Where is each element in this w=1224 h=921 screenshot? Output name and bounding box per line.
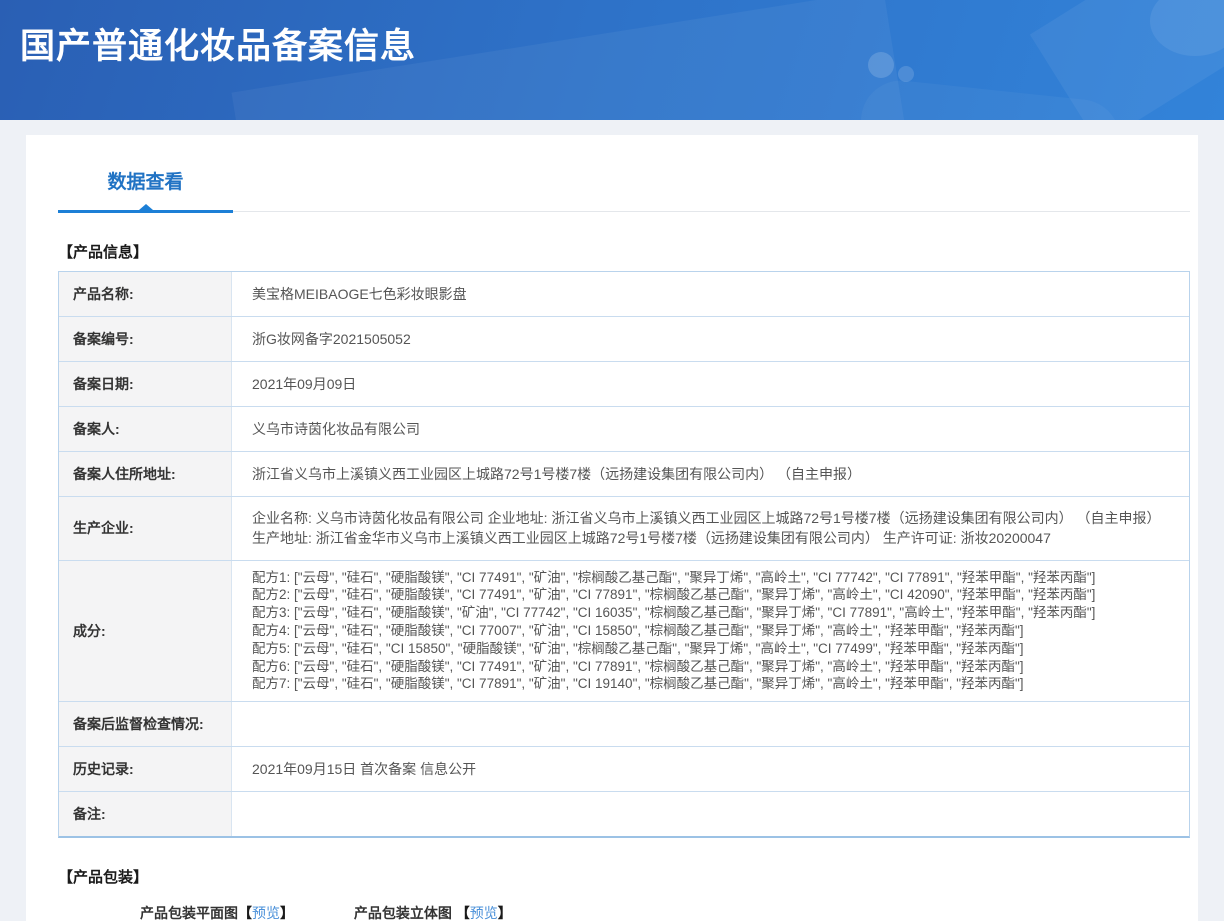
row-label: 备案人: xyxy=(59,407,232,451)
tab-active-indicator xyxy=(58,204,233,213)
packaging-stereo-item: 产品包装立体图 【预览】 xyxy=(354,903,512,921)
formula-line: 配方3: ["云母", "硅石", "硬脂酸镁", "矿油", "CI 7774… xyxy=(252,605,1096,621)
tab-bar: 数据查看 xyxy=(58,165,1190,213)
page-header: 国产普通化妆品备案信息 xyxy=(0,0,1224,120)
bracket-open: 【 xyxy=(238,905,252,921)
bracket-open: 【 xyxy=(455,905,470,921)
table-row: 产品名称: 美宝格MEIBAOGE七色彩妆眼影盘 xyxy=(59,272,1189,317)
formula-line: 配方2: ["云母", "硅石", "硬脂酸镁", "CI 77491", "矿… xyxy=(252,587,1096,603)
tab-data-view-label: 数据查看 xyxy=(107,172,184,193)
row-label: 备注: xyxy=(59,792,232,837)
section-title-product-info: 【产品信息】 xyxy=(58,244,149,261)
row-value: 2021年09月15日 首次备案 信息公开 xyxy=(252,761,477,778)
row-label: 产品名称: xyxy=(59,272,232,316)
table-row: 历史记录: 2021年09月15日 首次备案 信息公开 xyxy=(59,747,1189,793)
banner-decor-shape xyxy=(856,76,1124,120)
packaging-stereo-label: 产品包装立体图 xyxy=(353,905,452,921)
table-row: 备案编号: 浙G妆网备字2021505052 xyxy=(59,317,1189,362)
section-title-packaging: 【产品包装】 xyxy=(58,869,149,887)
bracket-close: 】 xyxy=(280,905,294,921)
packaging-flat-item: 产品包装平面图【预览】 xyxy=(140,903,294,921)
row-value: 2021年09月09日 xyxy=(252,375,357,392)
row-value: 配方1: ["云母", "硅石", "硬脂酸镁", "CI 77491", "矿… xyxy=(232,561,1189,702)
banner-decor-shape xyxy=(1029,0,1224,120)
formula-line: 配方7: ["云母", "硅石", "硬脂酸镁", "CI 77891", "矿… xyxy=(252,676,1024,692)
table-row: 备案人住所地址: 浙江省义乌市上溪镇义西工业园区上城路72号1号楼7楼（远扬建设集… xyxy=(59,452,1189,497)
table-row: 备注: xyxy=(59,792,1189,837)
row-value: 企业名称: 义乌市诗茵化妆品有限公司 企业地址: 浙江省义乌市上溪镇义西工业园区… xyxy=(252,510,1161,547)
tab-indicator-arrow-icon xyxy=(138,204,153,210)
content-card: 数据查看 【产品信息】 产品名称: 美宝格MEIBAOGE七色彩妆眼影盘备案编号:… xyxy=(26,135,1198,921)
formula-line: 配方5: ["云母", "硅石", "CI 15850", "硬脂酸镁", "矿… xyxy=(252,640,1024,656)
product-info-table: 产品名称: 美宝格MEIBAOGE七色彩妆眼影盘备案编号: 浙G妆网备字202150… xyxy=(58,271,1190,839)
table-row: 备案人: 义乌市诗茵化妆品有限公司 xyxy=(59,407,1189,452)
table-row: 成分: 配方1: ["云母", "硅石", "硬脂酸镁", "CI 77491",… xyxy=(59,560,1189,703)
row-value: 浙江省义乌市上溪镇义西工业园区上城路72号1号楼7楼（远扬建设集团有限公司内） … xyxy=(252,465,862,482)
page-title: 国产普通化妆品备案信息 xyxy=(20,27,417,66)
table-row: 生产企业: 企业名称: 义乌市诗茵化妆品有限公司 企业地址: 浙江省义乌市上溪镇义… xyxy=(59,497,1189,561)
packaging-flat-label: 产品包装平面图 xyxy=(140,905,238,921)
formula-line: 配方6: ["云母", "硅石", "硬脂酸镁", "CI 77491", "矿… xyxy=(252,658,1024,674)
row-value: 义乌市诗茵化妆品有限公司 xyxy=(252,420,420,437)
row-label: 备案人住所地址: xyxy=(59,452,232,496)
row-label: 成分: xyxy=(59,560,232,702)
banner-decor-circle xyxy=(868,52,894,78)
row-label: 生产企业: xyxy=(59,497,232,560)
row-value xyxy=(232,702,1189,746)
bracket-close: 】 xyxy=(497,905,512,921)
packaging-row: 产品包装平面图【预览】 产品包装立体图 【预览】 xyxy=(140,903,1190,921)
packaging-flat-preview-link[interactable]: 预览 xyxy=(252,905,280,921)
formula-line: 配方1: ["云母", "硅石", "硬脂酸镁", "CI 77491", "矿… xyxy=(252,569,1096,585)
banner-decor-circle xyxy=(1150,0,1224,56)
row-label: 备案编号: xyxy=(59,317,232,361)
row-value: 美宝格MEIBAOGE七色彩妆眼影盘 xyxy=(252,285,467,302)
table-row: 备案后监督检查情况: xyxy=(59,702,1189,748)
row-label: 备案日期: xyxy=(59,362,232,406)
tab-data-view[interactable]: 数据查看 xyxy=(58,165,233,194)
row-value xyxy=(232,792,1189,836)
tab-divider-line xyxy=(233,211,1190,212)
row-label: 备案后监督检查情况: xyxy=(59,702,232,747)
row-label: 历史记录: xyxy=(59,747,232,792)
table-row: 备案日期: 2021年09月09日 xyxy=(59,362,1189,407)
banner-decor-circle xyxy=(898,66,914,82)
formula-line: 配方4: ["云母", "硅石", "硬脂酸镁", "CI 77007", "矿… xyxy=(252,623,1024,639)
row-value: 浙G妆网备字2021505052 xyxy=(252,330,411,347)
packaging-stereo-preview-link[interactable]: 预览 xyxy=(470,905,498,921)
